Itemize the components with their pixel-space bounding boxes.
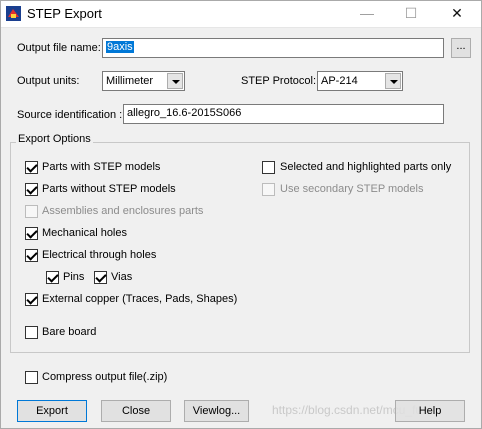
electrical-holes-label: Electrical through holes: [42, 249, 157, 261]
window-title: STEP Export: [27, 6, 102, 21]
bare-board-checkbox[interactable]: [25, 326, 38, 339]
help-button[interactable]: Help: [395, 400, 465, 422]
minimize-button[interactable]: —: [344, 0, 390, 27]
close-button[interactable]: Close: [101, 400, 171, 422]
mechanical-holes-checkbox[interactable]: [25, 227, 38, 240]
pins-label: Pins: [63, 271, 85, 283]
output-units-select[interactable]: Millimeter: [102, 71, 185, 91]
chevron-down-icon[interactable]: [167, 73, 183, 89]
maximize-button[interactable]: ☐: [388, 0, 434, 27]
secondary-models-label: Use secondary STEP models: [280, 183, 424, 195]
mechanical-holes-label: Mechanical holes: [42, 227, 127, 239]
step-protocol-value: AP-214: [321, 75, 358, 87]
selected-highlighted-checkbox[interactable]: [262, 161, 275, 174]
source-id-input[interactable]: allegro_16.6-2015S066: [123, 104, 444, 124]
electrical-holes-checkbox[interactable]: [25, 249, 38, 262]
parts-with-step-checkbox[interactable]: [25, 161, 38, 174]
bare-board-label: Bare board: [42, 326, 97, 338]
export-button[interactable]: Export: [17, 400, 87, 422]
output-file-label: Output file name:: [17, 42, 101, 54]
assemblies-label: Assemblies and enclosures parts: [42, 205, 204, 217]
external-copper-checkbox[interactable]: [25, 293, 38, 306]
step-export-app-icon: [6, 6, 21, 21]
compress-label: Compress output file(.zip): [42, 371, 168, 383]
compress-checkbox[interactable]: [25, 371, 38, 384]
parts-without-step-checkbox[interactable]: [25, 183, 38, 196]
vias-checkbox[interactable]: [94, 271, 107, 284]
close-window-button[interactable]: ✕: [434, 0, 480, 27]
step-protocol-select[interactable]: AP-214: [317, 71, 403, 91]
output-file-value: 9axis: [106, 41, 134, 53]
assemblies-checkbox: [25, 205, 38, 218]
source-id-value: allegro_16.6-2015S066: [127, 107, 242, 119]
selected-highlighted-label: Selected and highlighted parts only: [280, 161, 452, 173]
vias-label: Vias: [111, 271, 133, 283]
title-bar: STEP Export — ☐ ✕: [0, 0, 482, 28]
external-copper-label: External copper (Traces, Pads, Shapes): [42, 293, 238, 305]
parts-with-step-label: Parts with STEP models: [42, 161, 161, 173]
browse-button[interactable]: ...: [451, 38, 471, 58]
pins-checkbox[interactable]: [46, 271, 59, 284]
output-units-value: Millimeter: [106, 75, 154, 87]
export-options-title: Export Options: [16, 133, 93, 145]
output-file-input[interactable]: 9axis: [102, 38, 444, 58]
viewlog-button[interactable]: Viewlog...: [184, 400, 249, 422]
secondary-models-checkbox: [262, 183, 275, 196]
chevron-down-icon[interactable]: [385, 73, 401, 89]
export-options-group: [10, 142, 470, 353]
step-protocol-label: STEP Protocol:: [241, 75, 316, 87]
source-id-label: Source identification :: [17, 109, 123, 121]
output-units-label: Output units:: [17, 75, 80, 87]
parts-without-step-label: Parts without STEP models: [42, 183, 176, 195]
